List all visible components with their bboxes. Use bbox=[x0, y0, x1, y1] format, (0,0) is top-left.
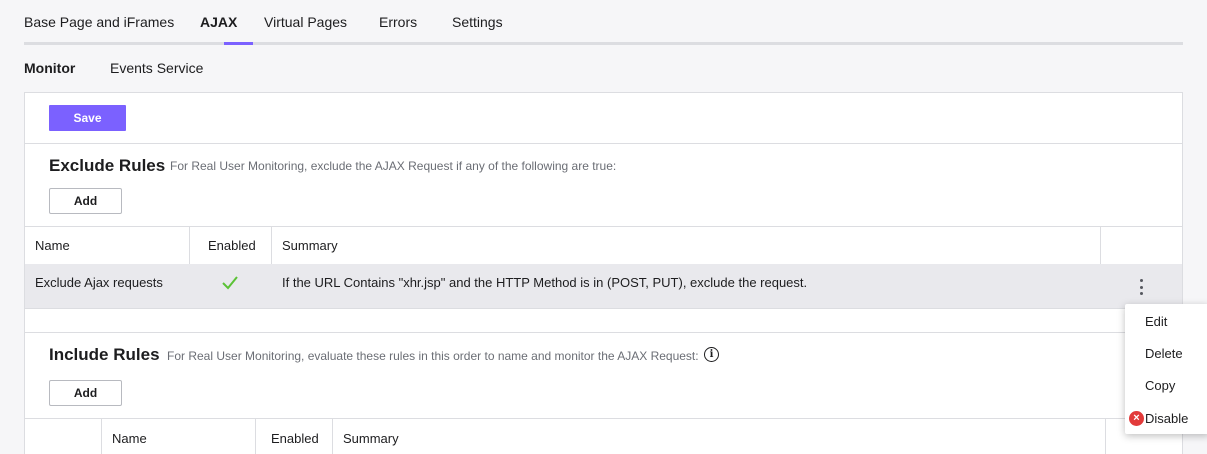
include-rules-title: Include Rules bbox=[49, 345, 160, 364]
menu-item-copy[interactable]: Copy bbox=[1145, 378, 1175, 393]
include-add-button[interactable]: Add bbox=[49, 380, 122, 406]
subtab-monitor[interactable]: Monitor bbox=[24, 60, 75, 76]
row-actions-kebab-icon[interactable] bbox=[1133, 277, 1149, 297]
column-separator bbox=[332, 418, 333, 454]
exclude-col-enabled[interactable]: Enabled bbox=[208, 238, 256, 253]
tab-settings[interactable]: Settings bbox=[452, 14, 503, 30]
close-circle-icon: × bbox=[1129, 411, 1144, 426]
include-rules-description: For Real User Monitoring, evaluate these… bbox=[167, 349, 699, 363]
exclude-add-button[interactable]: Add bbox=[49, 188, 122, 214]
top-tab-bar: Base Page and iFrames AJAX Virtual Pages… bbox=[24, 0, 1183, 45]
exclude-row-summary: If the URL Contains "xhr.jsp" and the HT… bbox=[282, 275, 808, 290]
tab-virtual-pages[interactable]: Virtual Pages bbox=[264, 14, 347, 30]
table-header-top-border bbox=[25, 226, 1182, 227]
menu-item-delete[interactable]: Delete bbox=[1145, 346, 1183, 361]
row-context-menu: Edit Delete Copy × Disable bbox=[1125, 304, 1207, 434]
menu-item-edit[interactable]: Edit bbox=[1145, 314, 1167, 329]
include-col-name[interactable]: Name bbox=[112, 431, 147, 446]
include-col-enabled[interactable]: Enabled bbox=[271, 431, 319, 446]
column-separator bbox=[101, 418, 102, 454]
info-icon[interactable]: i bbox=[704, 347, 719, 362]
subtab-events-service[interactable]: Events Service bbox=[110, 60, 203, 76]
column-separator bbox=[271, 226, 272, 264]
tab-base-page-and-iframes[interactable]: Base Page and iFrames bbox=[24, 14, 174, 30]
divider bbox=[25, 308, 1182, 309]
exclude-rules-title: Exclude Rules bbox=[49, 156, 166, 175]
divider bbox=[25, 143, 1182, 144]
column-separator bbox=[1100, 226, 1101, 264]
column-separator bbox=[1105, 418, 1106, 454]
exclude-col-summary[interactable]: Summary bbox=[282, 238, 338, 253]
divider bbox=[25, 332, 1182, 333]
table-header-top-border bbox=[25, 418, 1182, 419]
save-button[interactable]: Save bbox=[49, 105, 126, 131]
exclude-col-name[interactable]: Name bbox=[35, 238, 70, 253]
column-separator bbox=[189, 226, 190, 264]
tab-errors[interactable]: Errors bbox=[379, 14, 417, 30]
column-separator bbox=[255, 418, 256, 454]
include-col-summary[interactable]: Summary bbox=[343, 431, 399, 446]
active-tab-indicator bbox=[224, 42, 253, 45]
ajax-rules-panel: Save Exclude Rules For Real User Monitor… bbox=[24, 92, 1183, 454]
exclude-rules-description: For Real User Monitoring, exclude the AJ… bbox=[170, 159, 617, 173]
exclude-row-name: Exclude Ajax requests bbox=[35, 275, 163, 290]
tab-ajax[interactable]: AJAX bbox=[200, 14, 237, 30]
menu-item-disable[interactable]: Disable bbox=[1145, 411, 1188, 426]
check-icon bbox=[221, 275, 239, 296]
